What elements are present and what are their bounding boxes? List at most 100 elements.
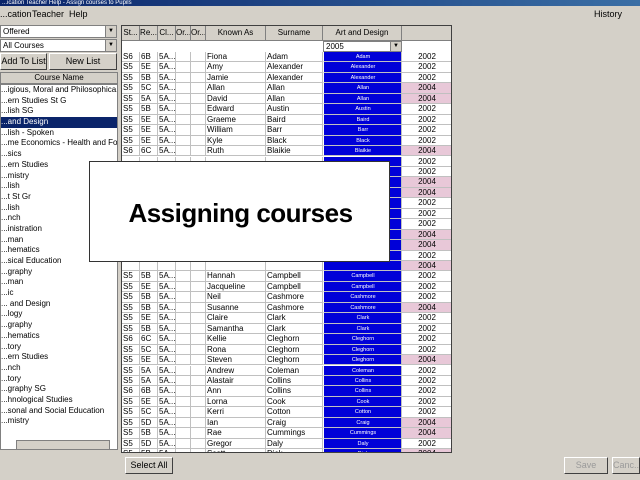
table-row[interactable]: S5 5D 5A... Gregor Daly Daly 2002 [122,438,451,450]
offered-filter-select[interactable]: Offered ▼ [0,25,117,38]
year-cell[interactable]: 2002 [402,324,451,335]
table-row[interactable]: S5 5B 5A... Jamie Alexander Alexander 2002 [122,72,451,84]
add-to-list-button[interactable]: Add To List [0,53,47,70]
table-row[interactable]: S6 6C 5A... Kellie Cleghorn Cleghorn 2002 [122,334,451,345]
table-row[interactable]: S5 5B 5A... Susanne Cashmore Cashmore 2004 [122,302,451,314]
year-cell[interactable]: 2002 [402,271,451,282]
course-assignment-cell[interactable] [323,261,402,272]
menu-application[interactable]: ...cation [0,8,32,20]
course-assignment-cell[interactable]: Cleghorn [323,355,402,366]
course-assignment-cell[interactable]: Clark [323,313,402,324]
year-cell[interactable]: 2002 [402,397,451,408]
course-list-item[interactable]: ...ern Studies [1,352,117,363]
course-assignment-cell[interactable]: Craig [323,417,402,429]
course-assignment-cell[interactable]: Cotton [323,407,402,418]
table-row[interactable]: 2004 [122,261,451,272]
column-header[interactable] [402,26,451,41]
menu-help[interactable]: Help [69,8,88,20]
course-list-item[interactable]: ...hematics [1,331,117,342]
year-cell[interactable]: 2004 [402,93,451,105]
table-row[interactable]: S5 5C 5A... Rona Cleghorn Cleghorn 2002 [122,344,451,356]
chevron-down-icon[interactable]: ▼ [105,40,116,51]
year-cell[interactable]: 2002 [402,439,451,450]
course-list-item[interactable]: ...sonal and Social Education [1,406,117,417]
course-assignment-cell[interactable]: Cook [323,396,402,408]
year-cell[interactable]: 2004 [402,229,451,241]
course-name-header[interactable]: Course Name [0,72,118,84]
year-cell[interactable]: 2004 [402,428,451,439]
course-assignment-cell[interactable]: Dick [323,449,402,452]
table-row[interactable]: S5 5A 5A... David Allan Allan 2004 [122,93,451,105]
course-assignment-cell[interactable]: Cleghorn [323,334,402,345]
year-cell[interactable]: 2002 [402,376,451,387]
year-cell[interactable]: 2002 [402,52,451,63]
course-list-item[interactable]: ... and Design [1,299,117,310]
table-row[interactable]: S5 5A 5A... Alastair Collins Collins 2002 [122,375,451,387]
year-cell[interactable]: 2004 [402,240,451,251]
course-list-item[interactable]: ...hnological Studies [1,395,117,406]
year-cell[interactable]: 2002 [402,366,451,376]
course-assignment-cell[interactable]: Cummings [323,428,402,439]
year-cell[interactable]: 2002 [402,104,451,115]
course-list-item[interactable]: ...mistry [1,416,117,427]
course-assignment-cell[interactable]: Campbell [323,281,402,293]
column-header[interactable]: Cl... [158,26,176,41]
year-cell[interactable]: 2002 [402,157,451,167]
year-cell[interactable]: 2002 [402,386,451,397]
year-cell[interactable]: 2004 [402,302,451,314]
course-assignment-cell[interactable]: Adam [323,52,402,63]
cancel-button[interactable]: Canc... [612,457,640,474]
course-list-item[interactable]: ...logy [1,309,117,320]
course-list-item[interactable]: ...me Economics - Health and Fo... [1,138,117,149]
year-cell[interactable]: 2002 [402,334,451,345]
course-list-item[interactable]: ...ern Studies St G [1,96,117,107]
year-cell[interactable]: 2004 [402,355,451,366]
course-list-item[interactable]: ...lish SG [1,106,117,117]
course-assignment-cell[interactable]: Coleman [323,365,402,376]
year-cell[interactable]: 2004 [402,261,451,272]
column-header[interactable]: Known As [206,26,266,41]
save-button[interactable]: Save [564,457,608,474]
table-row[interactable]: S6 6B 5A... Ann Collins Collins 2002 [122,386,451,397]
year-cell[interactable]: 2004 [402,187,451,199]
course-list[interactable]: ...igious, Moral and Philosophica... ...e… [0,84,118,450]
course-list-item[interactable]: ...lish - Spoken [1,128,117,139]
table-row[interactable]: S5 5E 5A... Jacqueline Campbell Campbell 2002 [122,281,451,293]
select-all-button[interactable]: Select All [125,457,173,474]
table-row[interactable]: S5 5D 5A... Ian Craig Craig 2004 [122,417,451,429]
course-list-item[interactable]: ...graphy SG [1,384,117,395]
year-cell[interactable]: 2002 [402,136,451,147]
table-row[interactable]: S5 5B 5A... Samantha Clark Clark 2002 [122,323,451,335]
table-row[interactable]: S5 5E 5A... Lorna Cook Cook 2002 [122,396,451,408]
course-assignment-cell[interactable]: Barr [323,125,402,136]
column-header[interactable]: Re... [140,26,158,41]
course-list-item[interactable]: ...graphy [1,320,117,331]
year-cell[interactable]: 2002 [402,209,451,220]
course-filter-select[interactable]: All Courses ▼ [0,39,117,52]
year-cell[interactable]: 2002 [402,115,451,126]
year-cell[interactable]: 2002 [402,125,451,136]
year-cell[interactable]: 2004 [402,177,451,188]
year-cell[interactable]: 2004 [402,417,451,429]
table-row[interactable]: S5 5C 5A... Kerri Cotton Cotton 2002 [122,407,451,418]
table-row[interactable]: S5 5B 5A... Edward Austin Austin 2002 [122,104,451,115]
chevron-down-icon[interactable]: ▼ [105,26,116,37]
course-assignment-cell[interactable]: Clark [323,323,402,335]
course-assignment-cell[interactable]: Black [323,135,402,147]
course-list-item[interactable]: ...ic [1,288,117,299]
table-row[interactable]: S5 5E 5A... Graeme Baird Baird 2002 [122,114,451,126]
course-assignment-cell[interactable]: Blaikie [323,146,402,157]
course-list-scrollbar[interactable] [16,440,110,450]
column-header[interactable]: Or... [191,26,206,41]
course-list-item[interactable]: ...man [1,277,117,288]
year-cell[interactable]: 2002 [402,73,451,84]
year-cell[interactable]: 2002 [402,251,451,261]
column-header[interactable]: Art and Design [323,26,402,41]
course-assignment-cell[interactable]: Allan [323,83,402,94]
year-cell[interactable]: 2002 [402,219,451,230]
column-header[interactable]: Surname [266,26,323,41]
course-assignment-cell[interactable]: Allan [323,93,402,105]
year-cell[interactable]: 2004 [402,449,451,452]
course-list-item[interactable]: ...graphy [1,267,117,278]
year-cell[interactable]: 2002 [402,292,451,303]
